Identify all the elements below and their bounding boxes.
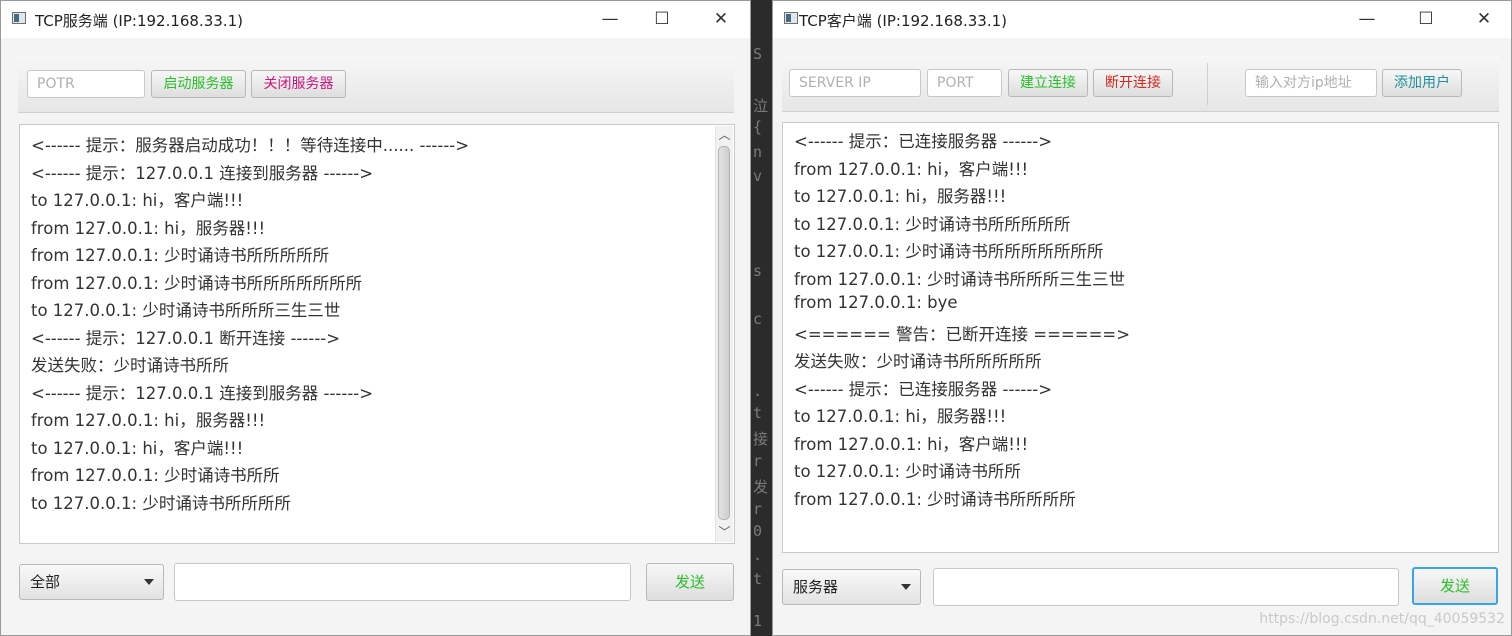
title-bar: TCP客户端 (IP:192.168.33.1) — ☐ ✕ (773, 1, 1511, 38)
server-window: TCP服务端 (IP:192.168.33.1) — ☐ ✕ POTR 启动服务… (0, 0, 751, 636)
target-select-value: 全部 (30, 573, 61, 591)
log-line: <------ 提示：127.0.0.1 连接到服务器 ------> (31, 163, 374, 183)
message-input[interactable] (174, 563, 631, 601)
app-icon (12, 12, 26, 24)
log-line: from 127.0.0.1: 少时诵诗书所所 (31, 466, 280, 485)
log-line: to 127.0.0.1: 少时诵诗书所所所所所所所 (794, 242, 1104, 261)
log-line: from 127.0.0.1: hi，服务器!!! (31, 218, 266, 238)
log-line: from 127.0.0.1: 少时诵诗书所所所所所 (31, 246, 330, 265)
log-line: to 127.0.0.1: hi，客户端!!! (31, 191, 244, 210)
log-line: 发送失败：少时诵诗书所所 (31, 356, 229, 375)
chevron-down-icon (901, 584, 911, 590)
log-line: to 127.0.0.1: hi，服务器!!! (794, 187, 1007, 206)
log-line: to 127.0.0.1: 少时诵诗书所所所三生三世 (31, 301, 341, 320)
close-icon[interactable]: ✕ (1461, 5, 1507, 33)
send-button[interactable]: 发送 (646, 563, 734, 601)
minimize-icon[interactable]: — (1344, 5, 1390, 33)
connect-button[interactable]: 建立连接 (1008, 69, 1088, 97)
title-bar: TCP服务端 (IP:192.168.33.1) — ☐ ✕ (1, 1, 750, 38)
log-line: to 127.0.0.1: hi，服务器!!! (794, 407, 1007, 426)
log-line: from 127.0.0.1: 少时诵诗书所所所所 (794, 489, 1076, 509)
client-window: TCP客户端 (IP:192.168.33.1) — ☐ ✕ SERVER IP… (772, 0, 1512, 636)
watermark: https://blog.csdn.net/qq_40059532 (1259, 611, 1505, 627)
log-line: <------ 提示：服务器启动成功！！！等待连接中...... ------> (31, 136, 470, 155)
target-select-value: 服务器 (793, 578, 839, 596)
port-input[interactable]: PORT (927, 69, 1002, 97)
target-select[interactable]: 全部 (19, 564, 164, 600)
minimize-icon[interactable]: — (587, 5, 633, 33)
port-input[interactable]: POTR (27, 70, 145, 98)
window-title: TCP客户端 (IP:192.168.33.1) (799, 12, 1007, 30)
send-button[interactable]: 发送 (1412, 567, 1498, 605)
message-log[interactable]: <------ 提示：服务器启动成功！！！等待连接中...... ------>… (19, 124, 735, 544)
app-icon (784, 12, 798, 24)
log-line: <------ 提示：已连接服务器 ------> (794, 132, 1053, 151)
window-title: TCP服务端 (IP:192.168.33.1) (35, 12, 243, 30)
log-line: from 127.0.0.1: hi，客户端!!! (794, 159, 1029, 179)
log-line: <====== 警告：已断开连接 ======> (794, 324, 1131, 344)
log-line: to 127.0.0.1: 少时诵诗书所所所所 (31, 493, 291, 513)
client-toolbar: SERVER IP PORT 建立连接 断开连接 输入对方ip地址 添加用户 (782, 56, 1499, 112)
target-select[interactable]: 服务器 (782, 569, 921, 605)
toolbar-divider (1207, 63, 1208, 105)
disconnect-button[interactable]: 断开连接 (1093, 69, 1173, 97)
log-line: to 127.0.0.1: 少时诵诗书所所所所所 (794, 214, 1071, 234)
log-line: <------ 提示：127.0.0.1 连接到服务器 ------> (31, 383, 374, 403)
log-line: from 127.0.0.1: 少时诵诗书所所所三生三世 (794, 269, 1126, 289)
server-toolbar: POTR 启动服务器 关闭服务器 (18, 57, 734, 113)
server-ip-input[interactable]: SERVER IP (789, 69, 921, 97)
log-line: from 127.0.0.1: hi，客户端!!! (794, 434, 1029, 454)
log-line: from 127.0.0.1: hi，服务器!!! (31, 411, 266, 430)
maximize-icon[interactable]: ☐ (639, 5, 685, 33)
chevron-down-icon (144, 579, 154, 585)
stop-server-button[interactable]: 关闭服务器 (251, 70, 346, 98)
log-line: <------ 提示：127.0.0.1 断开连接 ------> (31, 328, 341, 348)
log-line: to 127.0.0.1: hi，客户端!!! (31, 438, 244, 458)
scroll-thumb[interactable] (718, 146, 730, 520)
message-log[interactable]: <------ 提示：已连接服务器 ------> from 127.0.0.1:… (782, 122, 1499, 553)
log-line: to 127.0.0.1: 少时诵诗书所所 (794, 462, 1021, 481)
message-input[interactable] (933, 568, 1399, 606)
close-icon[interactable]: ✕ (698, 5, 744, 33)
log-scrollbar[interactable]: ︿ ﹀ (715, 126, 733, 542)
maximize-icon[interactable]: ☐ (1403, 5, 1449, 33)
log-line: from 127.0.0.1: 少时诵诗书所所所所所所所 (31, 273, 363, 293)
scroll-up-icon[interactable]: ︿ (716, 127, 733, 144)
scroll-down-icon[interactable]: ﹀ (716, 524, 733, 541)
background-editor: S 泣{ nvs c.t 接r发 r0. t1 (751, 0, 772, 636)
log-line: 发送失败：少时诵诗书所所所所所 (794, 352, 1042, 371)
log-line: from 127.0.0.1: bye (794, 293, 958, 312)
peer-ip-input[interactable]: 输入对方ip地址 (1245, 69, 1377, 97)
log-line: <------ 提示：已连接服务器 ------> (794, 379, 1053, 399)
start-server-button[interactable]: 启动服务器 (151, 70, 246, 98)
add-user-button[interactable]: 添加用户 (1382, 69, 1462, 97)
